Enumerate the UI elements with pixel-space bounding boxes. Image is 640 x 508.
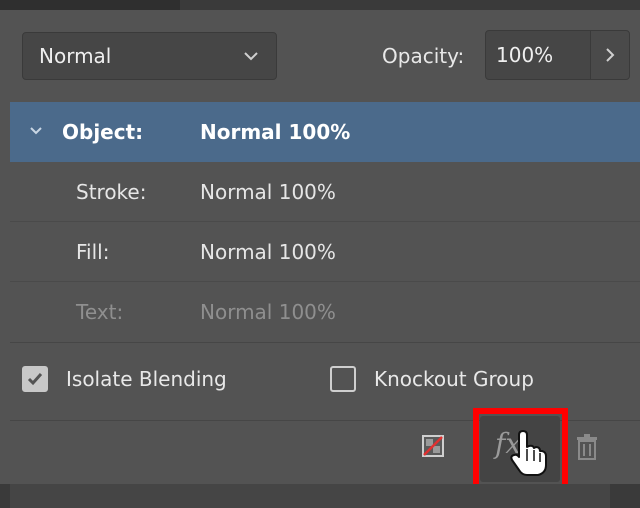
knockout-group-label: Knockout Group — [374, 367, 534, 391]
effect-label-fill: Fill: — [76, 239, 110, 264]
isolate-blending-label: Isolate Blending — [66, 367, 227, 391]
opacity-input[interactable]: 100% — [485, 30, 591, 80]
checkbox-unchecked[interactable] — [330, 366, 356, 392]
chevron-down-icon — [244, 52, 258, 61]
isolate-blending-checkbox[interactable]: Isolate Blending — [22, 366, 227, 392]
effect-label-object: Object: — [62, 120, 144, 144]
opacity-label: Opacity: — [382, 44, 465, 68]
blend-mode-value: Normal — [39, 44, 112, 68]
checkmark-icon — [27, 373, 43, 386]
chevron-right-icon — [606, 48, 615, 62]
effect-row-fill[interactable]: Fill: Normal 100% — [10, 222, 640, 282]
knockout-group-checkbox[interactable]: Knockout Group — [330, 366, 534, 392]
blend-mode-dropdown[interactable]: Normal — [22, 32, 277, 80]
checkbox-checked[interactable] — [22, 366, 48, 392]
effect-row-object[interactable]: Object: Normal 100% — [10, 102, 640, 162]
effect-row-stroke[interactable]: Stroke: Normal 100% — [10, 162, 640, 222]
effect-row-text: Text: Normal 100% — [10, 282, 640, 342]
clear-effects-icon[interactable] — [422, 435, 444, 457]
effect-value-fill: Normal 100% — [200, 239, 336, 264]
highlight-box — [473, 408, 568, 490]
panel-tab[interactable] — [0, 0, 180, 10]
section-divider — [10, 342, 640, 343]
bottom-bar — [0, 484, 640, 508]
effect-label-text: Text: — [76, 300, 124, 324]
trash-icon[interactable] — [575, 433, 599, 461]
effect-value-stroke: Normal 100% — [200, 179, 336, 204]
panel-top-strip — [0, 0, 640, 10]
effect-value-text: Normal 100% — [200, 300, 336, 324]
bottom-bar-segment — [10, 484, 610, 508]
twirl-down-icon[interactable] — [28, 123, 44, 139]
effect-value-object: Normal 100% — [200, 120, 351, 144]
effect-label-stroke: Stroke: — [76, 179, 147, 204]
opacity-stepper-button[interactable] — [590, 30, 630, 80]
